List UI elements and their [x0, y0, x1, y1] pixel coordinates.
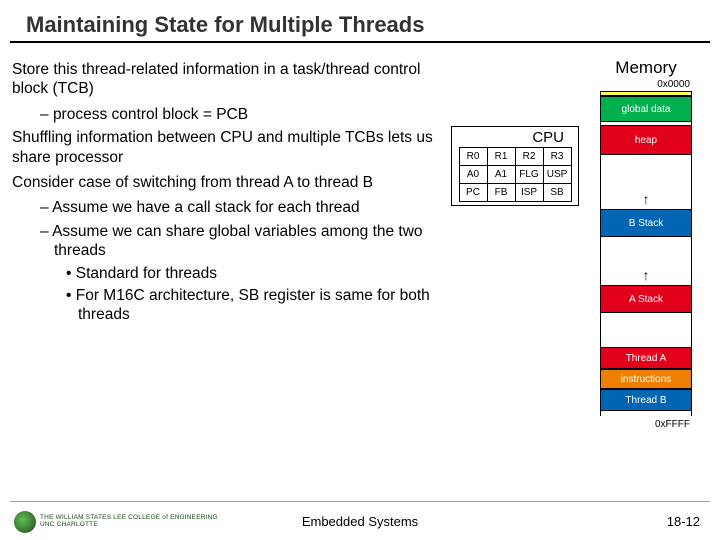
cpu-cell: A0 — [459, 166, 487, 184]
para-3-sub-2a: Standard for threads — [66, 264, 452, 283]
para-2: Shuffling information between CPU and mu… — [12, 128, 452, 167]
slide-title: Maintaining State for Multiple Threads — [0, 0, 720, 38]
memory-segment: instructions — [600, 369, 692, 389]
para-1: Store this thread-related information in… — [12, 60, 452, 99]
memory-segment — [600, 155, 692, 189]
memory-stack: global dataheap↑B Stack↑A StackThread Ai… — [600, 91, 692, 416]
cpu-cell: PC — [459, 184, 487, 202]
memory-segment — [600, 237, 692, 265]
title-underline — [10, 41, 710, 43]
memory-segment: A Stack — [600, 285, 692, 313]
memory-segment: Thread A — [600, 347, 692, 369]
cpu-register-table: R0 R1 R2 R3 A0 A1 FLG USP PC FB ISP SB — [459, 147, 572, 202]
memory-segment — [600, 313, 692, 347]
para-3-sub-2: Assume we can share global variables amo… — [40, 222, 452, 261]
memory-segment: B Stack — [600, 209, 692, 237]
cpu-diagram: CPU R0 R1 R2 R3 A0 A1 FLG USP PC FB ISP … — [451, 126, 579, 206]
cpu-cell: USP — [543, 166, 571, 184]
cpu-cell: A1 — [487, 166, 515, 184]
memory-segment — [600, 411, 692, 416]
para-3: Consider case of switching from thread A… — [12, 173, 452, 192]
memory-segment: ↑ — [600, 189, 692, 209]
footer-divider — [10, 501, 710, 502]
cpu-cell: FB — [487, 184, 515, 202]
memory-segment: Thread B — [600, 389, 692, 411]
memory-addr-bot: 0xFFFF — [596, 419, 696, 430]
memory-addr-top: 0x0000 — [596, 79, 696, 90]
memory-diagram: Memory 0x0000 global dataheap↑B Stack↑A … — [596, 58, 696, 430]
cpu-cell: FLG — [515, 166, 543, 184]
footer-page-number: 18-12 — [667, 514, 700, 529]
cpu-cell: SB — [543, 184, 571, 202]
cpu-cell: R0 — [459, 148, 487, 166]
cpu-cell: R2 — [515, 148, 543, 166]
memory-title: Memory — [596, 58, 696, 78]
memory-segment: global data — [600, 96, 692, 122]
memory-segment: ↑ — [600, 265, 692, 285]
para-1-sub-1: process control block = PCB — [40, 105, 452, 124]
cpu-label: CPU — [452, 129, 578, 146]
cpu-cell: R3 — [543, 148, 571, 166]
para-3-sub-2b: For M16C architecture, SB register is sa… — [66, 286, 452, 325]
cpu-cell: ISP — [515, 184, 543, 202]
body-text: Store this thread-related information in… — [12, 60, 452, 327]
para-3-sub-1: Assume we have a call stack for each thr… — [40, 198, 452, 217]
footer-center: Embedded Systems — [0, 514, 720, 529]
memory-segment: heap — [600, 125, 692, 155]
cpu-cell: R1 — [487, 148, 515, 166]
